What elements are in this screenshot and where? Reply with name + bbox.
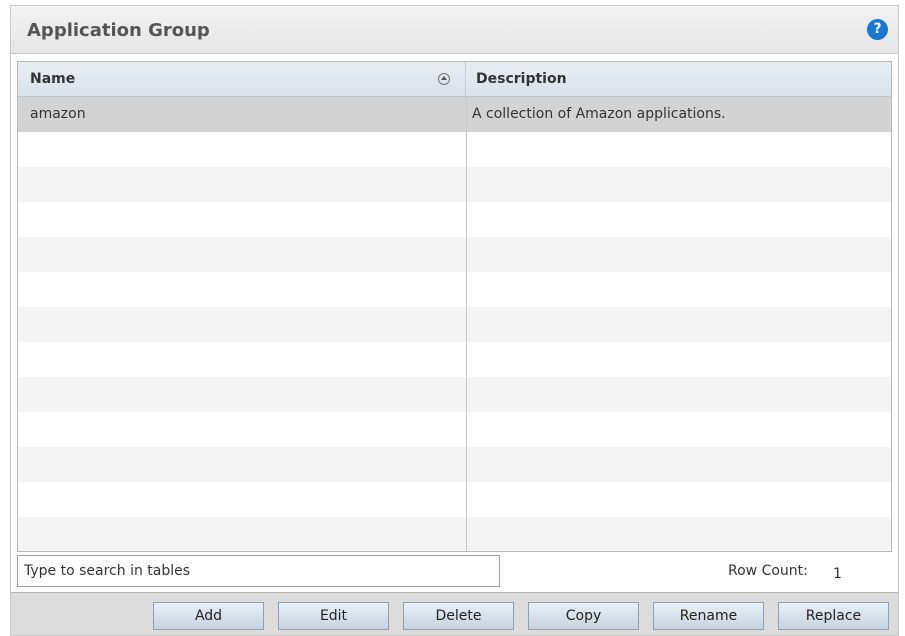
help-icon[interactable]: ? (867, 19, 888, 40)
replace-button[interactable]: Replace (778, 602, 889, 630)
sort-ascending-icon[interactable] (438, 73, 450, 85)
edit-button[interactable]: Edit (278, 602, 389, 630)
column-header-description[interactable]: Description (466, 62, 891, 96)
empty-row (18, 272, 891, 307)
empty-row (18, 307, 891, 342)
table-body: amazon A collection of Amazon applicatio… (18, 97, 891, 551)
application-group-panel: Application Group ? Name Description ama… (10, 5, 899, 636)
empty-row (18, 482, 891, 517)
rename-button[interactable]: Rename (653, 602, 764, 630)
column-divider (466, 97, 467, 551)
add-button[interactable]: Add (153, 602, 264, 630)
empty-row (18, 412, 891, 447)
empty-row (18, 237, 891, 272)
row-count-label: Row Count: (728, 563, 808, 579)
panel-title: Application Group (27, 20, 210, 41)
empty-row (18, 517, 891, 551)
table-search-input[interactable] (17, 555, 500, 587)
empty-row (18, 377, 891, 412)
table-header: Name Description (18, 62, 891, 97)
table-row[interactable]: amazon A collection of Amazon applicatio… (18, 97, 891, 132)
delete-button[interactable]: Delete (403, 602, 514, 630)
application-group-table: Name Description amazon A collection of … (17, 61, 892, 552)
empty-row (18, 342, 891, 377)
button-bar: Add Edit Delete Copy Rename Replace (11, 592, 898, 635)
table-cell-description: A collection of Amazon applications. (472, 106, 726, 122)
empty-row (18, 132, 891, 167)
copy-button[interactable]: Copy (528, 602, 639, 630)
empty-row (18, 447, 891, 482)
empty-row (18, 167, 891, 202)
column-header-name-label: Name (30, 71, 76, 87)
table-cell-name: amazon (30, 106, 86, 122)
empty-row (18, 202, 891, 237)
panel-header: Application Group ? (11, 6, 898, 54)
column-header-name[interactable]: Name (18, 62, 466, 96)
row-count-value: 1 (833, 566, 842, 582)
